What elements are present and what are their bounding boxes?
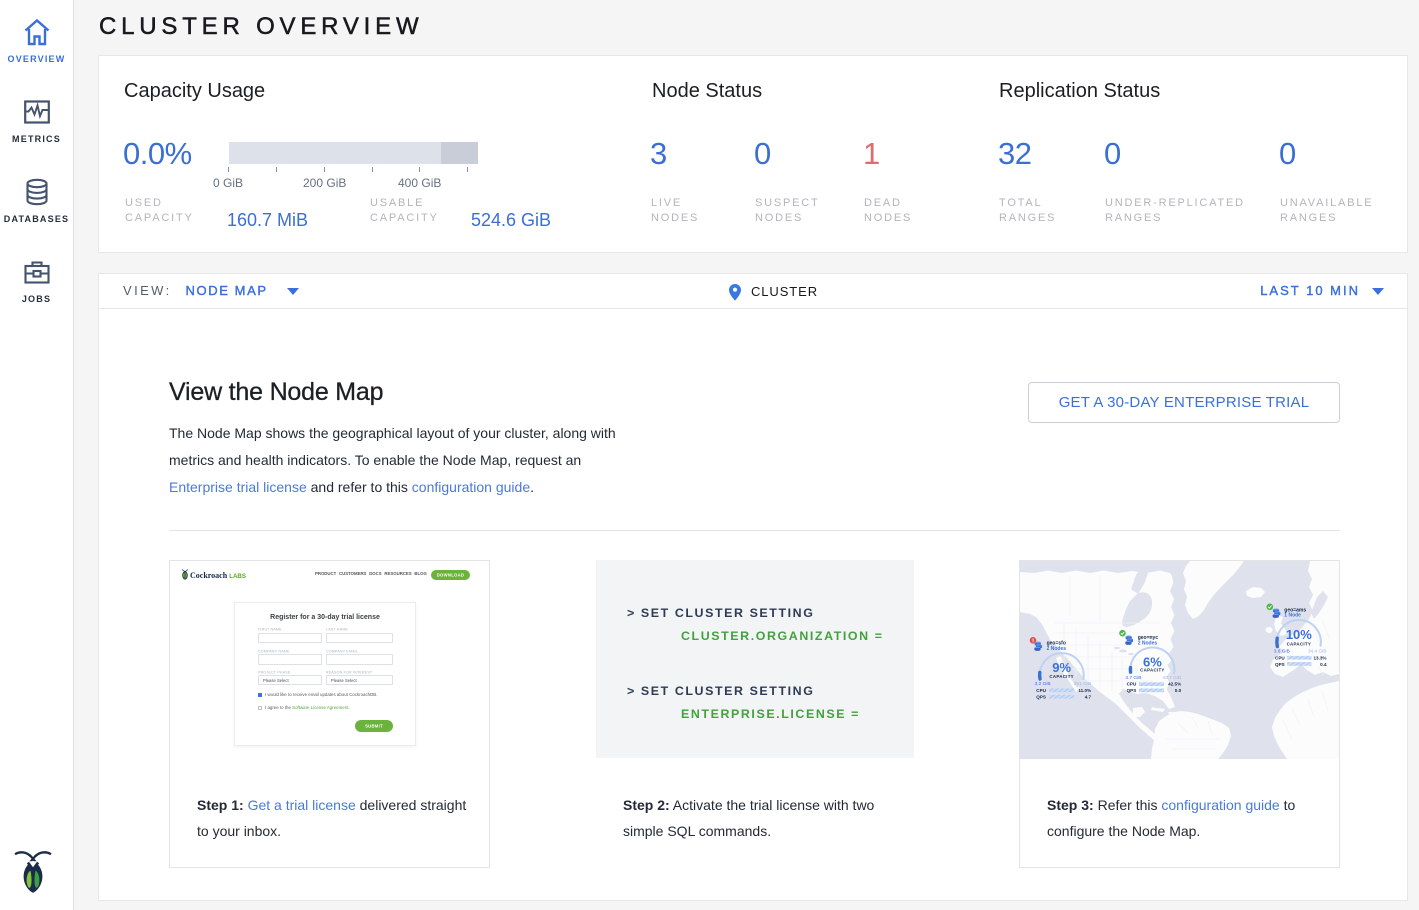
svg-text:42.5%: 42.5% (1168, 682, 1181, 687)
svg-text:QPS: QPS (1275, 662, 1285, 667)
svg-text:QPS: QPS (1036, 695, 1046, 700)
svg-text:CAPACITY: CAPACITY (1049, 674, 1074, 679)
svg-text:2 Nodes: 2 Nodes (1138, 641, 1158, 647)
svg-text:2 Nodes: 2 Nodes (1047, 646, 1067, 652)
svg-text:13.3%: 13.3% (1313, 656, 1326, 661)
svg-text:QPS: QPS (1127, 688, 1137, 693)
svg-text:4.7: 4.7 (1085, 695, 1092, 700)
svg-text:CPU: CPU (1036, 688, 1046, 693)
svg-text:CPU: CPU (1275, 656, 1285, 661)
svg-text:11.0%: 11.0% (1078, 688, 1091, 693)
svg-text:3.7 GiB: 3.7 GiB (1125, 675, 1141, 681)
svg-text:CAPACITY: CAPACITY (1140, 668, 1165, 673)
svg-text:3.2 GiB: 3.2 GiB (1035, 681, 1051, 687)
svg-text:10%: 10% (1286, 627, 1312, 642)
svg-text:43.7 GiB: 43.7 GiB (1163, 675, 1182, 681)
svg-text:3.6 GiB: 3.6 GiB (1274, 648, 1290, 654)
svg-text:CAPACITY: CAPACITY (1287, 642, 1312, 647)
svg-text:0.0: 0.0 (1175, 688, 1182, 693)
svg-text:351 GiB: 351 GiB (1074, 681, 1091, 687)
svg-text:34.4 GiB: 34.4 GiB (1308, 648, 1327, 654)
svg-text:1 Node: 1 Node (1284, 613, 1301, 619)
svg-text:0.4: 0.4 (1320, 662, 1327, 667)
svg-text:9%: 9% (1052, 660, 1071, 675)
svg-text:CPU: CPU (1127, 682, 1137, 687)
